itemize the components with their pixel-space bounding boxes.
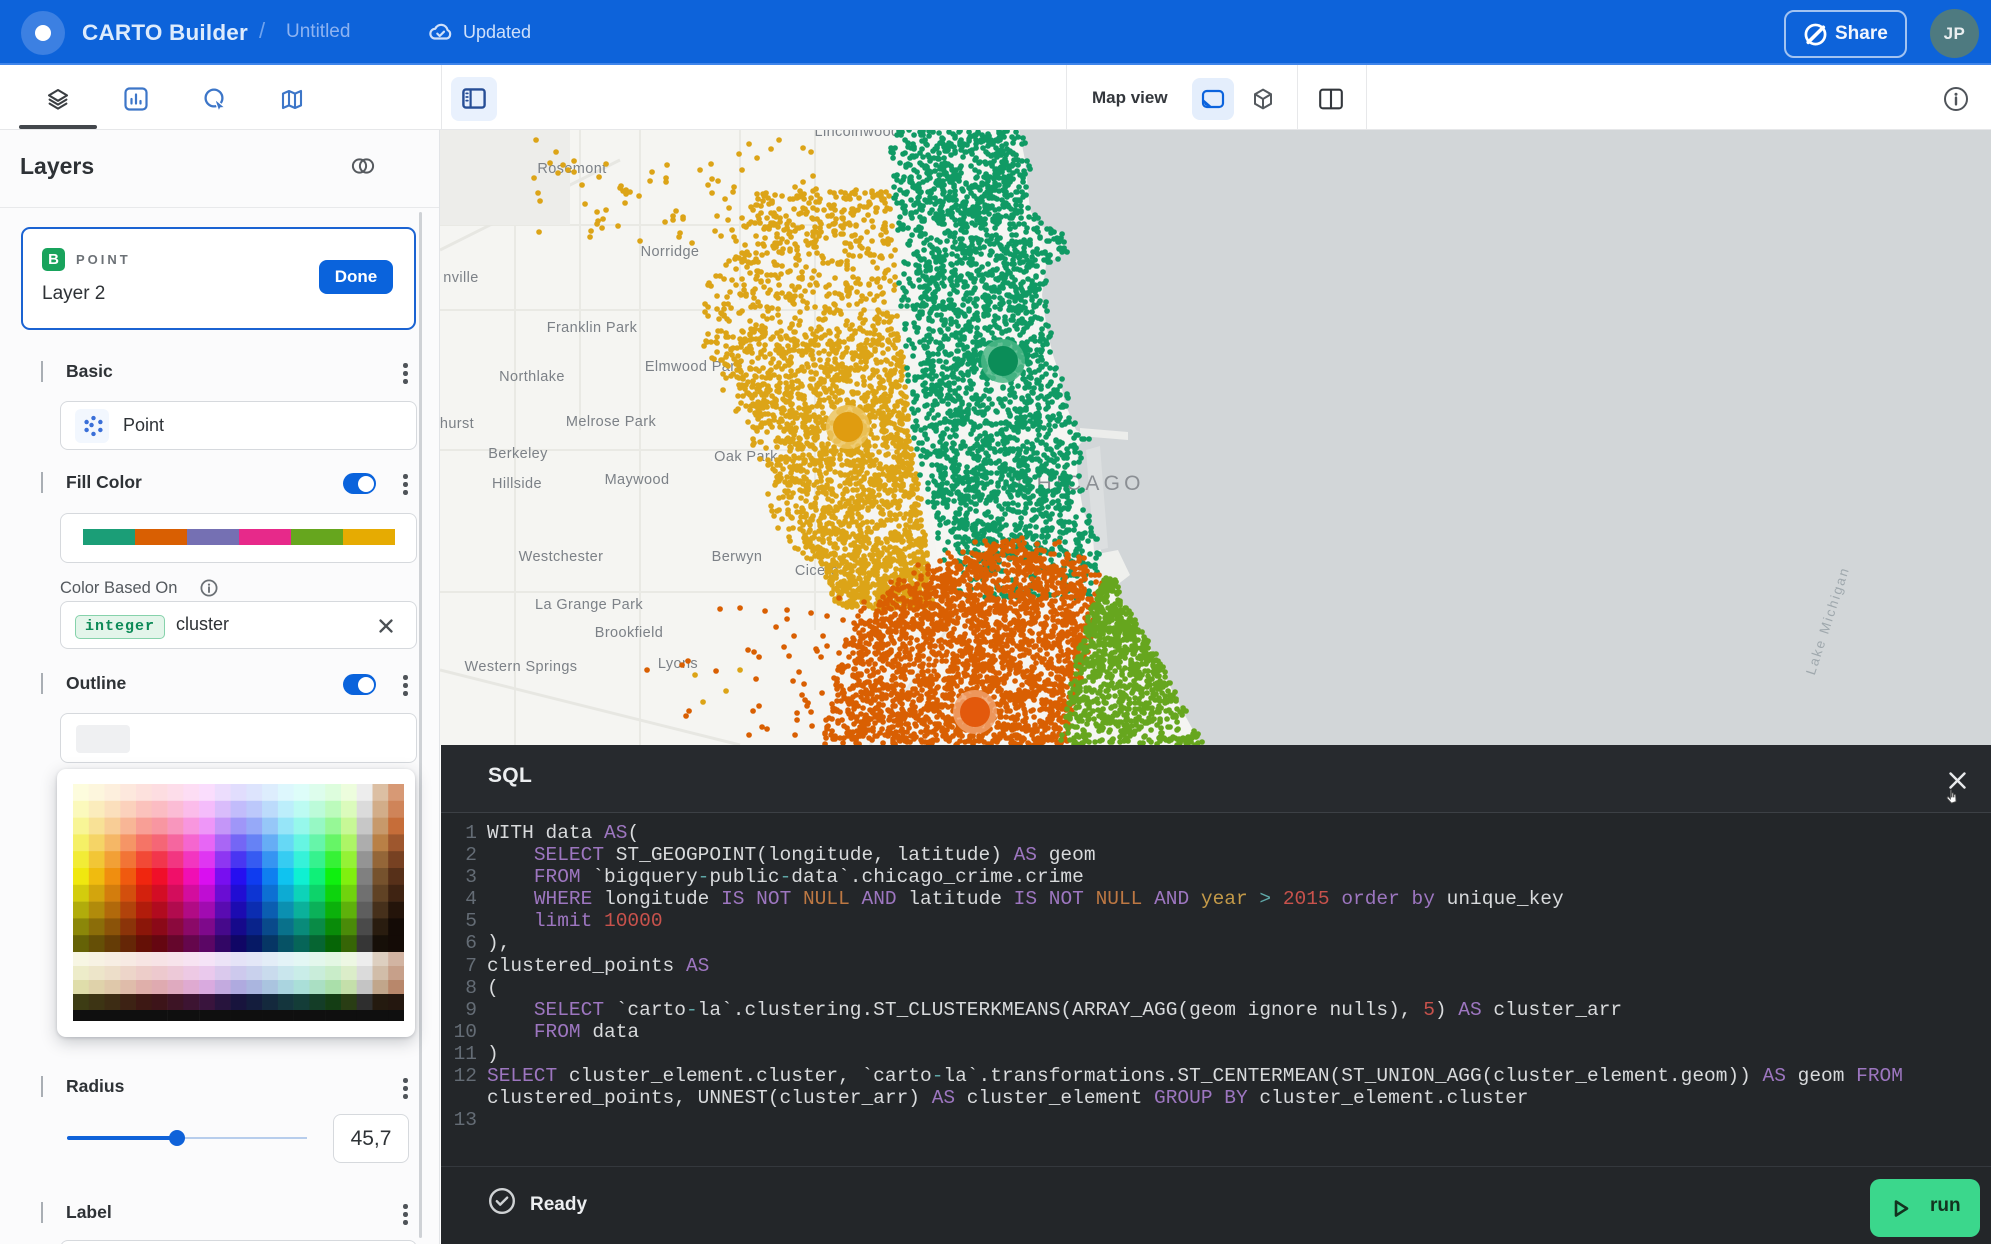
svg-text:Western Springs: Western Springs <box>465 659 578 675</box>
svg-text:Berwyn: Berwyn <box>712 549 763 565</box>
svg-text:nville: nville <box>443 270 478 286</box>
svg-text:Maywood: Maywood <box>605 472 670 488</box>
svg-text:Norridge: Norridge <box>641 244 700 260</box>
svg-text:hurst: hurst <box>440 416 474 432</box>
svg-text:Westchester: Westchester <box>519 549 604 565</box>
svg-text:La Grange Park: La Grange Park <box>535 597 643 613</box>
svg-text:Hillside: Hillside <box>492 476 542 492</box>
svg-text:Berkeley: Berkeley <box>488 446 548 462</box>
svg-text:Franklin Park: Franklin Park <box>547 320 638 336</box>
svg-text:Lyons: Lyons <box>658 656 698 672</box>
svg-text:Melrose Park: Melrose Park <box>566 414 657 430</box>
svg-text:Lincolnwood: Lincolnwood <box>814 130 899 140</box>
svg-text:Northlake: Northlake <box>499 369 565 385</box>
svg-text:Brookfield: Brookfield <box>595 625 663 641</box>
